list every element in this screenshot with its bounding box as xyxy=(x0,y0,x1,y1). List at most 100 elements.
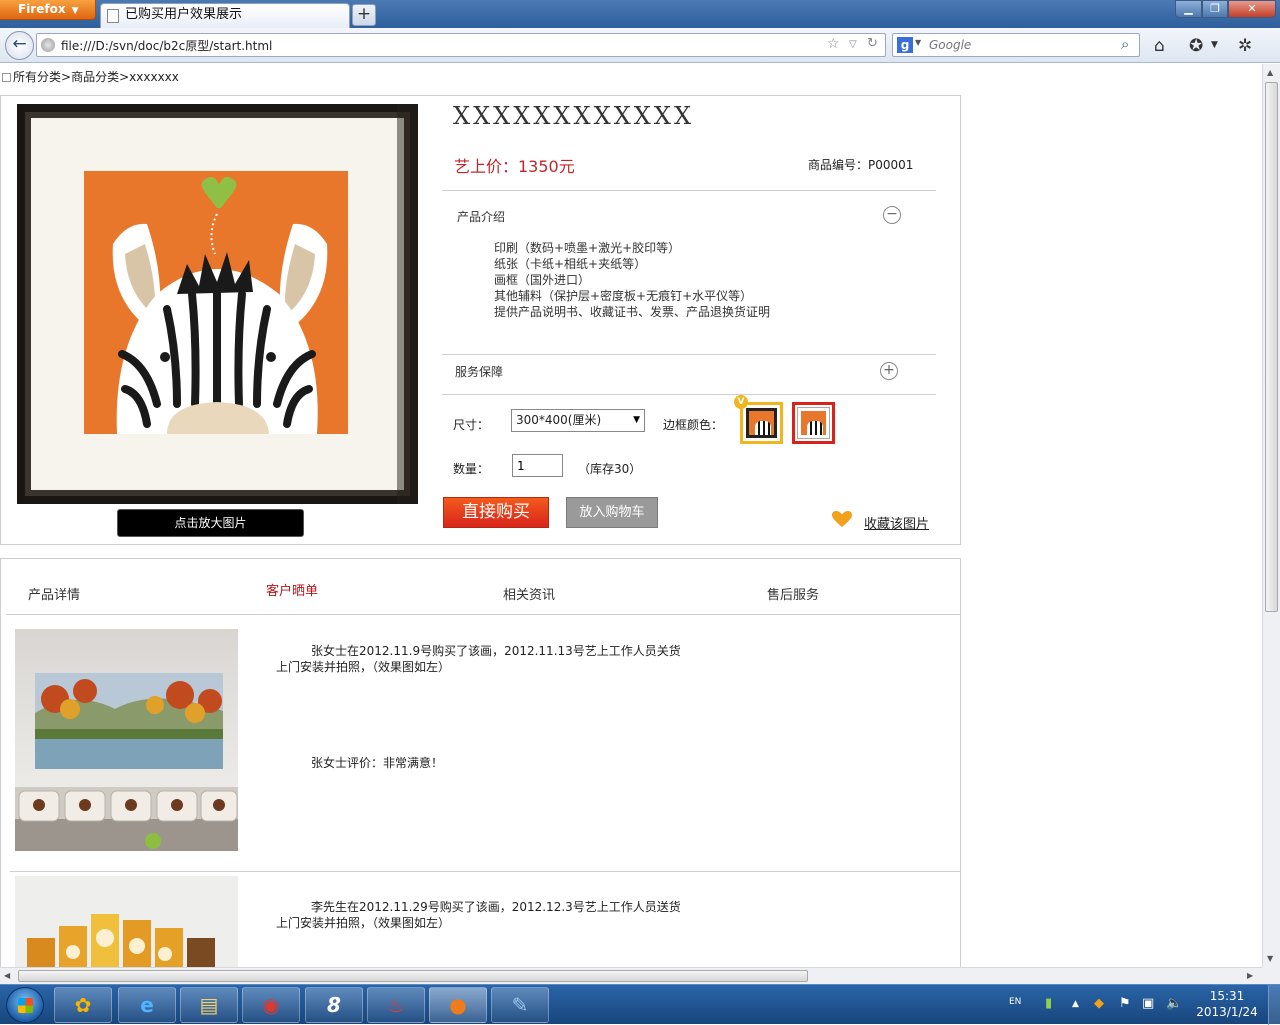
language-indicator[interactable]: EN xyxy=(1009,997,1021,1007)
checkbox[interactable] xyxy=(2,73,11,82)
collapse-icon[interactable]: − xyxy=(883,206,901,224)
heart-icon[interactable] xyxy=(831,510,853,528)
product-panel: 点击放大图片 XXXXXXXXXXXX 艺上价：1350元 商品编号：P0000… xyxy=(0,95,961,545)
review-photo[interactable] xyxy=(15,629,238,851)
scroll-down-icon[interactable]: ▼ xyxy=(1267,954,1273,963)
url-bar[interactable]: ☆ ▽ ↻ xyxy=(36,33,886,57)
volume-muted-icon[interactable]: 🔈 xyxy=(1166,996,1182,1011)
back-button[interactable]: ← xyxy=(5,31,34,60)
flag-icon[interactable]: ⚑ xyxy=(1119,996,1131,1011)
size-select[interactable]: 300*400(厘米) ▼ xyxy=(511,409,645,432)
history-dropdown-icon[interactable]: ▽ xyxy=(849,39,857,50)
frame-swatch-gold[interactable] xyxy=(740,402,783,444)
intro-section-header[interactable]: 产品介绍 xyxy=(457,208,505,225)
tab-customer-show[interactable]: 客户晒单 xyxy=(266,580,318,599)
quantity-input[interactable] xyxy=(512,454,563,477)
search-bar[interactable]: g ▼ ⌕ xyxy=(892,33,1140,57)
close-button[interactable]: ✕ xyxy=(1228,0,1276,18)
breadcrumb-separator: > xyxy=(119,70,130,84)
firefox-menu-button[interactable]: Firefox ▼ xyxy=(0,0,96,20)
addon-icon[interactable]: ✲ xyxy=(1238,36,1252,56)
selected-check-icon: V xyxy=(734,395,748,409)
product-price: 艺上价：1350元 xyxy=(454,157,575,176)
gallery-icon: ✿ xyxy=(74,993,92,1017)
tab-title: 已购买用户效果展示 xyxy=(125,7,243,22)
intro-item: 提供产品说明书、收藏证书、发票、产品退换货证明 xyxy=(494,305,771,319)
intro-item: 印刷（数码+喷墨+激光+胶印等） xyxy=(494,241,681,255)
zoom-image-button[interactable]: 点击放大图片 xyxy=(117,509,304,537)
product-title: XXXXXXXXXXXX xyxy=(453,102,695,130)
review-line: 李先生在2012.11.29号购买了该画，2012.12.3号艺上工作人员送货 xyxy=(311,900,681,914)
reload-icon[interactable]: ↻ xyxy=(867,36,878,51)
taskbar-app-ie[interactable]: e xyxy=(118,987,176,1023)
intro-list: 印刷（数码+喷墨+激光+胶印等） 纸张（卡纸+相纸+夹纸等） 画框（国外进口） … xyxy=(494,240,770,320)
taskbar-app-paint[interactable]: ✎ xyxy=(491,987,549,1023)
taskbar-app-gallery[interactable]: ✿ xyxy=(54,987,112,1023)
home-icon[interactable]: ⌂ xyxy=(1154,36,1165,56)
taskbar-app-eight[interactable]: 8 xyxy=(305,987,363,1023)
search-input[interactable] xyxy=(927,36,1107,54)
vertical-scrollbar[interactable]: ▲ ▼ xyxy=(1262,64,1280,967)
scrollbar-thumb[interactable] xyxy=(1265,82,1278,612)
breadcrumb-item-product-category[interactable]: 商品分类 xyxy=(71,70,119,84)
tab-product-detail[interactable]: 产品详情 xyxy=(28,584,80,603)
intro-item: 画框（国外进口） xyxy=(494,273,591,287)
title-bar: Firefox ▼ 已购买用户效果展示 + ▁ ❐ ✕ xyxy=(0,0,1280,28)
quantity-label: 数量： xyxy=(453,462,490,476)
search-engine-dropdown-icon[interactable]: ▼ xyxy=(915,38,921,47)
new-tab-button[interactable]: + xyxy=(352,4,376,26)
url-input[interactable] xyxy=(59,36,819,54)
breadcrumb-item-all-categories[interactable]: 所有分类 xyxy=(13,70,61,84)
page-icon xyxy=(107,9,119,23)
taskbar-app-explorer[interactable]: ▤ xyxy=(180,987,238,1023)
review-text: 李先生在2012.11.29号购买了该画，2012.12.3号艺上工作人员送货 … xyxy=(276,899,681,931)
clock[interactable]: 15:31 2013/1/24 xyxy=(1196,988,1258,1020)
maximize-button[interactable]: ❐ xyxy=(1202,0,1228,18)
scrollbar-thumb[interactable] xyxy=(18,970,808,982)
minimize-button[interactable]: ▁ xyxy=(1175,0,1202,18)
tab-after-sales[interactable]: 售后服务 xyxy=(767,584,819,603)
intro-item: 纸张（卡纸+相纸+夹纸等） xyxy=(494,257,647,271)
network-icon[interactable]: ▣ xyxy=(1142,996,1154,1011)
back-arrow-icon: ← xyxy=(12,34,27,54)
qq-icon[interactable]: ◆ xyxy=(1094,996,1104,1011)
bookmarks-dropdown-icon[interactable]: ▼ xyxy=(1211,40,1218,50)
show-desktop-button[interactable] xyxy=(1268,985,1280,1025)
clock-date: 2013/1/24 xyxy=(1196,1005,1258,1019)
taskbar-app-red[interactable]: ♨ xyxy=(367,987,425,1023)
scroll-left-icon[interactable]: ◀ xyxy=(4,971,10,980)
search-icon[interactable]: ⌕ xyxy=(1121,35,1129,53)
review-line: 张女士在2012.11.9号购买了该画，2012.11.13号艺上工作人员关货 xyxy=(311,644,681,658)
product-sku: 商品编号：P00001 xyxy=(808,158,914,172)
divider xyxy=(442,394,936,395)
favorite-link[interactable]: 收藏该图片 xyxy=(864,513,929,532)
buy-now-button[interactable]: 直接购买 xyxy=(443,497,549,528)
tab-related-news[interactable]: 相关资讯 xyxy=(503,584,555,603)
google-icon[interactable]: g xyxy=(897,37,913,53)
taskbar-app-firefox[interactable]: ● xyxy=(429,987,487,1023)
folder-icon: ▤ xyxy=(199,993,219,1017)
app-red-icon: ♨ xyxy=(387,993,405,1017)
browser-tab[interactable]: 已购买用户效果展示 xyxy=(100,3,350,28)
bookmarks-icon[interactable]: ✪ xyxy=(1189,36,1203,56)
review-photo[interactable] xyxy=(15,876,238,967)
expand-icon[interactable]: + xyxy=(880,362,898,380)
scroll-up-icon[interactable]: ▲ xyxy=(1267,68,1273,77)
add-to-cart-button[interactable]: 放入购物车 xyxy=(566,497,658,528)
intro-item: 其他辅料（保护层+密度板+无痕钉+水平仪等） xyxy=(494,289,753,303)
eight-icon: 8 xyxy=(327,993,341,1017)
taskbar-app-chrome[interactable]: ◉ xyxy=(242,987,300,1023)
frame-swatch-red[interactable] xyxy=(792,402,835,444)
start-button[interactable] xyxy=(6,987,44,1023)
show-hidden-icons[interactable]: ▲ xyxy=(1072,999,1079,1009)
battery-icon[interactable]: ▮ xyxy=(1045,996,1052,1011)
horizontal-scrollbar[interactable]: ◀ ▶ xyxy=(0,967,1262,984)
scroll-right-icon[interactable]: ▶ xyxy=(1247,971,1253,980)
breadcrumb-separator: > xyxy=(61,70,72,84)
product-image[interactable] xyxy=(17,104,418,504)
service-section-header[interactable]: 服务保障 xyxy=(455,363,503,380)
bookmark-star-icon[interactable]: ☆ xyxy=(827,36,840,52)
size-select-value: 300*400(厘米) xyxy=(516,413,602,427)
divider xyxy=(442,190,936,191)
review-line: 上门安装并拍照，（效果图如左） xyxy=(276,660,451,674)
